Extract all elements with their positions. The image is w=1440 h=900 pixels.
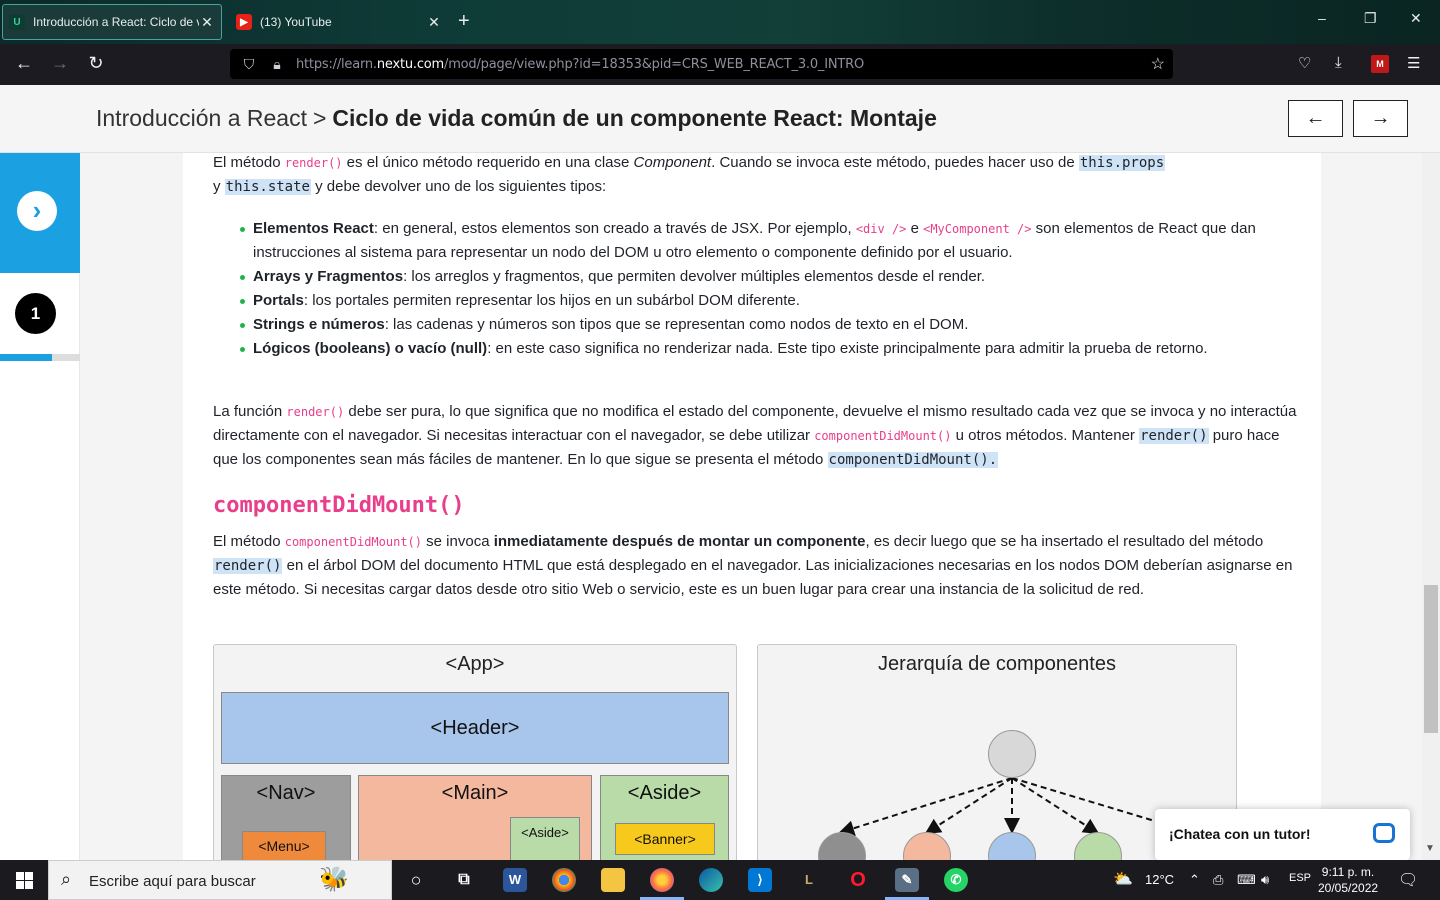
progress-bar [0, 354, 80, 361]
edge-icon[interactable] [699, 868, 723, 892]
chevron-right-icon[interactable]: › [17, 191, 57, 231]
figure-title: <App> [445, 653, 505, 675]
list-item: Lógicos (booleans) o vacío (null): en es… [223, 337, 1273, 361]
weather-icon[interactable]: ⛅ [1113, 869, 1133, 889]
list-item: Arrays y Fragmentos: los arreglos y frag… [223, 265, 1273, 289]
aside-box: <Aside> <Banner> [600, 775, 729, 860]
taskbar-search[interactable]: ⌕ Escribe aquí para buscar 🐝 [48, 860, 392, 900]
previous-page-button[interactable]: ← [1288, 100, 1343, 137]
paragraph-intro: El método render() es el único método re… [213, 154, 1166, 195]
meet-icon[interactable]: ⎙ [1213, 872, 1223, 888]
chat-widget[interactable]: ¡Chatea con un tutor! [1155, 809, 1410, 860]
paragraph-did-mount: El método componentDidMount() se invoca … [213, 533, 1293, 598]
clock-time: 9:11 p. m. [1321, 865, 1375, 879]
download-icon[interactable]: ⤓ [1335, 54, 1342, 71]
forward-icon[interactable]: → [48, 53, 72, 74]
header-box: <Header> [221, 692, 729, 764]
network-icon[interactable]: ⌨ [1237, 872, 1256, 888]
page-title: Ciclo de vida común de un componente Rea… [332, 105, 937, 131]
scroll-down-icon[interactable]: ▼ [1425, 843, 1435, 854]
maximize-icon[interactable]: ❐ [1364, 10, 1377, 27]
nav-box: <Nav> <Menu> [221, 775, 351, 860]
main-aside-box: <Aside> [510, 817, 580, 860]
next-page-button[interactable]: → [1353, 100, 1408, 137]
list-item: Strings e números: las cadenas y números… [223, 313, 1273, 337]
word-icon[interactable]: W [503, 868, 527, 892]
firefox-icon[interactable] [650, 868, 674, 892]
section-heading: componentDidMount() [213, 493, 465, 518]
browser-tab-bar: U Introducción a React: Ciclo de v ✕ ▶ (… [0, 0, 1440, 44]
opera-icon[interactable]: O [846, 868, 870, 892]
minimize-icon[interactable]: – [1318, 10, 1326, 26]
vscode-icon[interactable]: ⟩ [748, 868, 772, 892]
chat-bubble-icon[interactable] [1373, 823, 1395, 843]
chat-label: ¡Chatea con un tutor! [1169, 826, 1311, 842]
clock[interactable]: 9:11 p. m. 20/05/2022 [1318, 864, 1378, 896]
reload-icon[interactable]: ↻ [84, 53, 108, 74]
task-view-icon[interactable]: ⧉ [452, 868, 476, 892]
close-tab-icon[interactable]: ✕ [426, 14, 442, 31]
search-icon: ⌕ [61, 869, 72, 889]
show-hidden-icon[interactable]: ⌃ [1189, 872, 1200, 888]
lesson-header: Introducción a React > Ciclo de vida común… [0, 85, 1440, 153]
scrollbar-thumb[interactable] [1424, 585, 1438, 733]
search-placeholder: Escribe aquí para buscar [89, 873, 256, 890]
windows-start-icon[interactable] [16, 872, 33, 889]
tab-title: Introducción a React: Ciclo de v [33, 15, 199, 29]
browser-toolbar: ← → ↻ ⛉ 🔒︎ https://learn.nextu.com/mod/p… [0, 44, 1440, 85]
bookmark-star-icon[interactable]: ☆ [1151, 54, 1165, 74]
pocket-icon[interactable]: ♡ [1298, 54, 1311, 72]
paragraph-render-pure: La función render() debe ser pura, lo qu… [213, 403, 1297, 468]
windows-taskbar: ⌕ Escribe aquí para buscar 🐝 ○ ⧉ W ⟩ L O… [0, 860, 1440, 900]
step-number[interactable]: 1 [15, 293, 56, 334]
clock-date: 20/05/2022 [1318, 881, 1379, 895]
root-node [988, 730, 1036, 778]
extension-icon[interactable]: M [1371, 55, 1389, 73]
league-icon[interactable]: L [797, 868, 821, 892]
menu-box: <Menu> [242, 831, 326, 860]
sidebar-toggle-panel: › [0, 153, 80, 273]
main-box: <Main> <Aside> [358, 775, 592, 860]
whatsapp-icon[interactable]: ✆ [944, 868, 968, 892]
language-indicator[interactable]: ESP [1289, 872, 1311, 884]
youtube-favicon-icon: ▶ [236, 14, 252, 30]
tab-title: (13) YouTube [260, 15, 332, 29]
back-icon[interactable]: ← [12, 53, 36, 74]
return-types-list: Elementos React: en general, estos eleme… [223, 217, 1273, 361]
app-layout-figure: <App> <Header> <Nav> <Menu> <Main> <Asid… [213, 644, 737, 860]
new-tab-icon[interactable]: + [458, 10, 470, 32]
lock-icon[interactable]: 🔒︎ [268, 56, 286, 73]
notifications-icon[interactable]: 🗨 [1398, 870, 1418, 890]
lesson-content: El método render() es el único método re… [183, 153, 1321, 860]
list-item: Elementos React: en general, estos eleme… [223, 217, 1273, 265]
breadcrumb: Introducción a React > Ciclo de vida común… [96, 105, 937, 131]
tab-youtube[interactable]: ▶ (13) YouTube ✕ [230, 4, 448, 40]
tab-nextu[interactable]: U Introducción a React: Ciclo de v ✕ [2, 4, 222, 40]
paint-icon[interactable]: ✎ [895, 868, 919, 892]
list-item: Portals: los portales permiten represent… [223, 289, 1273, 313]
chrome-icon[interactable] [552, 868, 576, 892]
weather-temp[interactable]: 12°C [1145, 872, 1174, 887]
search-highlight-icon: 🐝 [319, 866, 349, 893]
breadcrumb-parent[interactable]: Introducción a React [96, 105, 307, 131]
volume-icon[interactable]: 🔊︎ [1261, 872, 1269, 888]
page-scrollbar[interactable] [1422, 153, 1440, 860]
url-text: https://learn.nextu.com/mod/page/view.ph… [296, 56, 864, 72]
menu-icon[interactable]: ☰ [1407, 54, 1420, 72]
progress-fill [0, 354, 52, 361]
cortana-icon[interactable]: ○ [404, 868, 428, 892]
shield-icon[interactable]: ⛉ [240, 56, 258, 73]
lesson-sidebar: › 1 [0, 153, 80, 860]
address-bar[interactable]: ⛉ 🔒︎ https://learn.nextu.com/mod/page/vi… [230, 49, 1173, 79]
close-window-icon[interactable]: ✕ [1410, 10, 1422, 27]
nextu-favicon-icon: U [9, 14, 25, 30]
close-tab-icon[interactable]: ✕ [199, 14, 215, 31]
banner-box: <Banner> [615, 823, 715, 855]
file-explorer-icon[interactable] [601, 868, 625, 892]
